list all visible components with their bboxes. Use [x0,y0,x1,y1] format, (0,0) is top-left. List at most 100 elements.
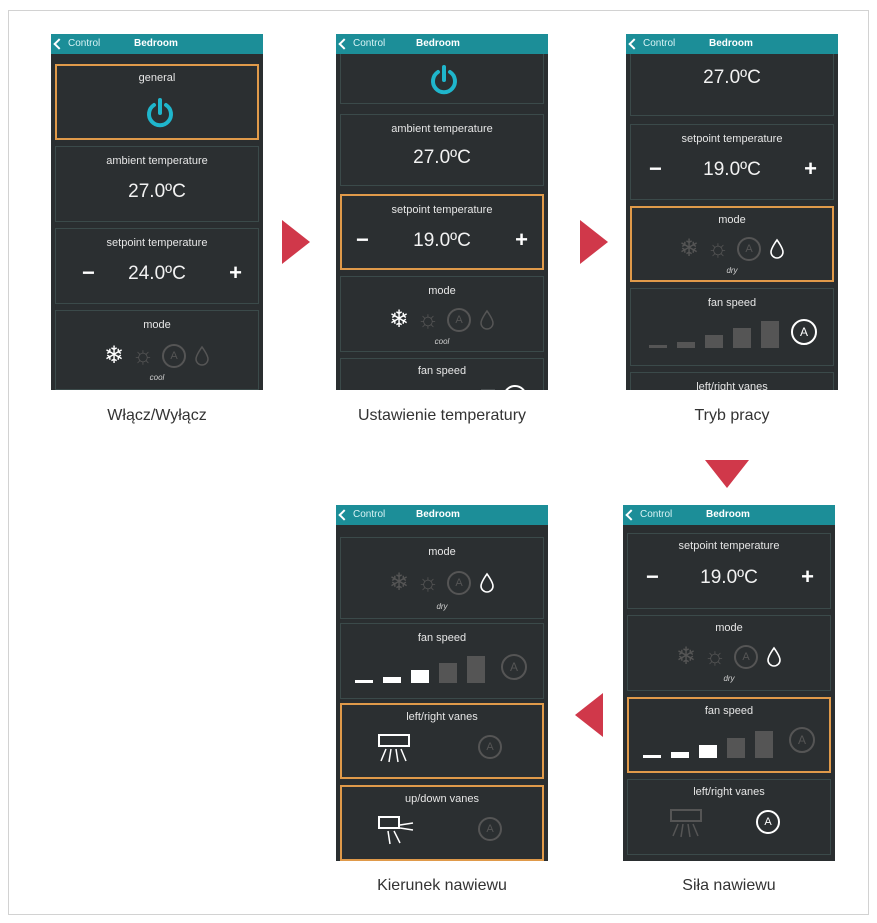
auto-icon[interactable]: A [447,307,472,332]
sun-icon[interactable]: ☼ [132,342,154,370]
droplet-icon[interactable] [194,345,210,367]
fan-panel: fan speed A [630,288,834,366]
droplet-icon[interactable] [769,238,785,260]
fan-bar-2[interactable] [677,342,695,348]
general-label: general [138,72,176,84]
ambient-panel: ambient temperature 27.0ºC [55,146,259,222]
setpoint-panel: setpoint temperature − 19.0ºC + [630,124,834,200]
caption-onoff: Włącz/Wyłącz [107,407,207,424]
fan-bar-4[interactable] [733,328,751,348]
fan-bar-3[interactable] [699,745,717,758]
chevron-left-icon [338,37,350,50]
power-icon[interactable] [427,63,461,97]
auto-vane-icon[interactable]: A [478,817,502,841]
plus-button[interactable]: + [515,229,528,251]
snowflake-icon[interactable]: ❄ [676,642,696,671]
screen-fan-speed: Control Bedroom setpoint temperature − 1… [623,505,835,861]
vane-swing-ud-icon[interactable] [376,813,416,847]
snowflake-icon[interactable]: ❄ [679,234,699,263]
ambient-value: 27.0ºC [128,181,186,202]
arrow-right-icon [282,220,310,264]
fan-bar-4[interactable] [439,663,457,683]
lr-vanes-label: left/right vanes [696,381,768,390]
sun-icon[interactable]: ☼ [704,643,726,671]
setpoint-value: 19.0ºC [703,159,761,180]
auto-icon[interactable]: A [737,236,762,261]
setpoint-value: 19.0ºC [700,567,758,588]
auto-icon[interactable]: A [734,644,759,669]
top-bar: Control Bedroom [623,505,835,525]
fan-bar-3[interactable] [705,335,723,348]
fan-bar-4[interactable] [727,738,745,758]
power-icon[interactable] [143,96,177,130]
mode-value: dry [723,674,735,683]
auto-vane-icon[interactable]: A [478,735,502,759]
mode-icons: ❄ ☼ A [341,568,543,597]
vane-swing-lr-icon[interactable] [376,731,412,765]
ambient-panel: ambient temperature 27.0ºC [340,114,544,186]
screen-mode: Control Bedroom 27.0ºC setpoint temperat… [626,34,838,390]
setpoint-panel: setpoint temperature − 19.0ºC + [627,533,831,609]
sun-icon[interactable]: ☼ [707,235,729,263]
snowflake-icon[interactable]: ❄ [104,341,124,370]
setpoint-value: 19.0ºC [413,230,471,251]
setpoint-label: setpoint temperature [678,540,780,552]
back-label: Control [643,38,676,49]
screen-direction: Control Bedroom mode ❄ ☼ A dry fan speed… [336,505,548,861]
fan-bar-3[interactable] [411,670,429,683]
fan-bar-5[interactable] [755,731,773,758]
mode-label: mode [428,546,456,558]
setpoint-label: setpoint temperature [391,204,493,216]
caption-temperature: Ustawienie temperatury [357,407,527,424]
snowflake-icon[interactable]: ❄ [389,568,409,597]
droplet-icon[interactable] [479,572,495,594]
fan-bar-2[interactable] [671,752,689,758]
snowflake-icon[interactable]: ❄ [389,305,409,334]
sun-icon[interactable]: ☼ [417,306,439,334]
chevron-left-icon [628,37,640,50]
auto-fan-icon[interactable]: A [501,654,527,680]
mode-label: mode [428,285,456,297]
vane-swing-lr-icon[interactable] [668,806,704,840]
lr-vanes-panel: left/right vanes A [340,703,544,779]
caption-direction: Kierunek nawiewu [377,877,507,894]
setpoint-label: setpoint temperature [106,237,208,249]
mode-icons: ❄ ☼ A [632,234,832,263]
fan-bar-5[interactable] [761,321,779,348]
auto-icon[interactable]: A [162,343,187,368]
plus-button[interactable]: + [801,566,814,588]
general-panel[interactable] [340,54,544,104]
plus-button[interactable]: + [804,158,817,180]
screen-content: mode ❄ ☼ A dry fan speed A left/right va… [336,525,548,861]
fan-bar-4[interactable] [481,389,495,390]
fan-bar-1[interactable] [643,755,661,758]
sun-icon[interactable]: ☼ [417,569,439,597]
mode-value: dry [436,602,448,611]
top-bar: Control Bedroom [336,505,548,525]
droplet-icon[interactable] [479,309,495,331]
back-button[interactable]: Control [338,37,385,50]
fan-bar-2[interactable] [383,677,401,683]
general-panel[interactable]: general [55,64,259,140]
mode-panel: mode ❄ ☼ A dry [340,537,544,619]
auto-icon[interactable]: A [447,570,472,595]
screen-content: 27.0ºC setpoint temperature − 19.0ºC + m… [626,54,838,390]
plus-button[interactable]: + [229,262,242,284]
chevron-left-icon [53,37,65,50]
fan-label: fan speed [417,365,467,377]
fan-label: fan speed [704,705,754,717]
back-button[interactable]: Control [53,37,100,50]
auto-fan-icon[interactable]: A [789,727,815,753]
screen-content: setpoint temperature − 19.0ºC + mode ❄ ☼… [623,525,835,861]
fan-bar-1[interactable] [649,345,667,348]
fan-bar-5[interactable] [467,656,485,683]
back-button[interactable]: Control [628,37,676,50]
auto-fan-icon[interactable]: A [791,319,817,345]
auto-fan-icon[interactable] [503,385,527,390]
fan-label: fan speed [707,297,757,309]
fan-bar-1[interactable] [355,680,373,683]
back-button[interactable]: Control [625,508,672,521]
auto-vane-icon[interactable]: A [756,810,780,834]
droplet-icon[interactable] [766,646,782,668]
back-button[interactable]: Control [338,508,385,521]
